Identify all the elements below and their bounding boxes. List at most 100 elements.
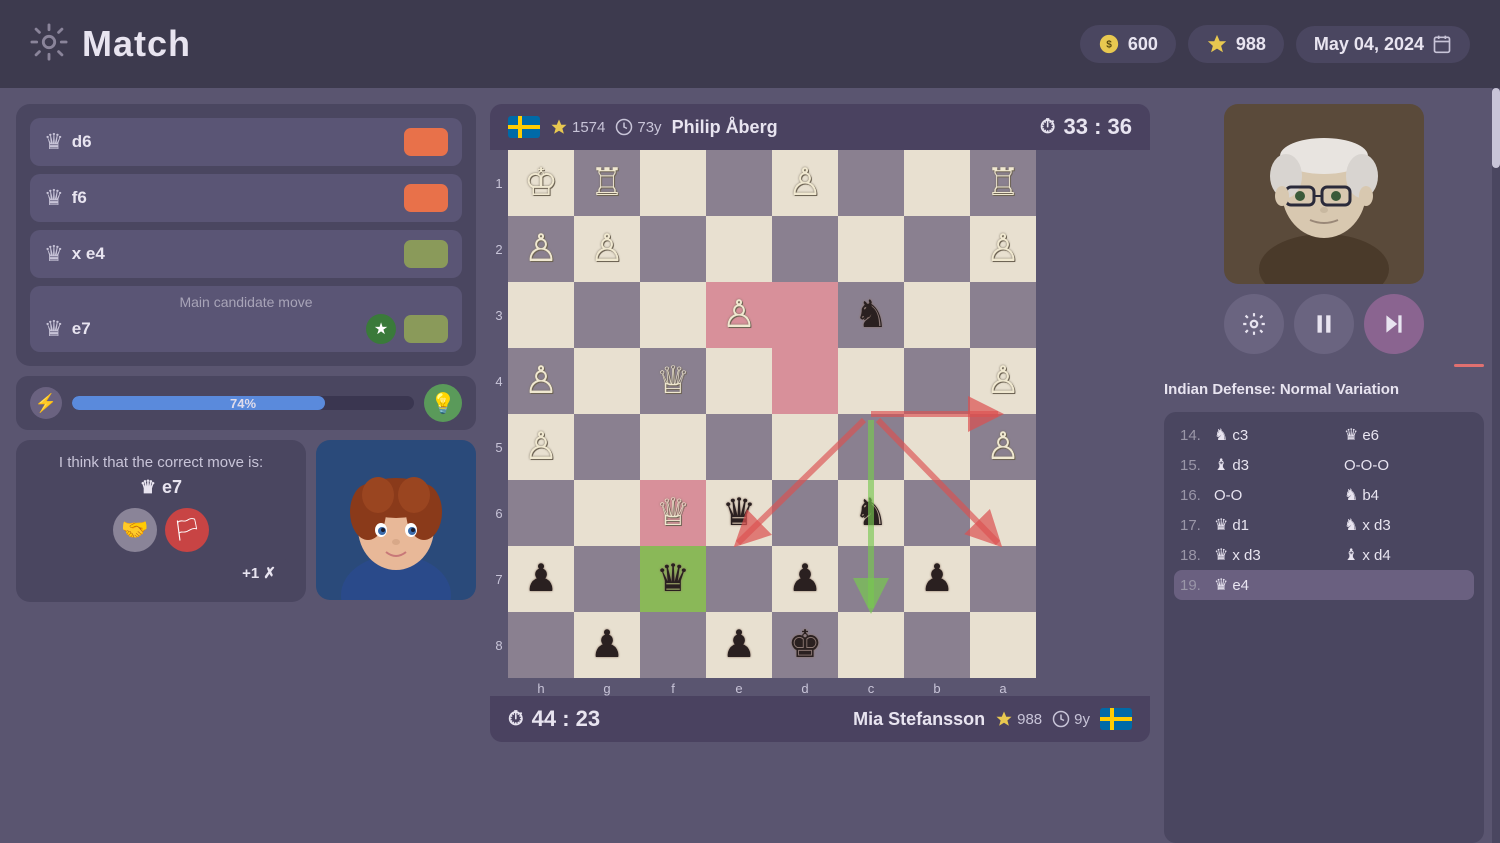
chess-cell[interactable]: ♖: [574, 150, 640, 216]
chess-cell[interactable]: [640, 150, 706, 216]
move-list-row-18[interactable]: 18. ♛ x d3 ♝ x d4: [1174, 540, 1474, 570]
chess-cell[interactable]: [640, 612, 706, 678]
chess-cell[interactable]: ♟: [772, 546, 838, 612]
chess-cell[interactable]: ♔: [508, 150, 574, 216]
chess-cell[interactable]: ♟: [904, 546, 970, 612]
chess-cell[interactable]: [640, 216, 706, 282]
chess-cell[interactable]: ♞: [838, 480, 904, 546]
move-list-row-15[interactable]: 15. ♝ d3 O-O-O: [1174, 450, 1474, 480]
chess-cell[interactable]: [904, 282, 970, 348]
skip-button[interactable]: [1364, 294, 1424, 354]
chess-cell[interactable]: [706, 414, 772, 480]
chess-cell[interactable]: [904, 216, 970, 282]
chess-cell[interactable]: ♙: [970, 414, 1036, 480]
piece-icon-d6: ♛: [44, 129, 64, 155]
chess-cell[interactable]: ♚: [772, 612, 838, 678]
chess-cell[interactable]: [508, 612, 574, 678]
player-top-flag: [508, 116, 540, 138]
extra-bar[interactable]: +1 ✗: [228, 558, 290, 588]
chess-cell[interactable]: ♟: [706, 612, 772, 678]
progress-bar-wrap: 74%: [72, 396, 414, 410]
chess-cell[interactable]: [574, 348, 640, 414]
timer-top-value: 33 : 36: [1064, 114, 1133, 140]
chess-cell[interactable]: [508, 480, 574, 546]
chess-cell[interactable]: [574, 480, 640, 546]
settings-button[interactable]: [1224, 294, 1284, 354]
move-row-d6[interactable]: ♛ d6: [30, 118, 462, 166]
chess-board[interactable]: ♔♖♙♖♙♙♙♙♞♙♕♙♙♙♕♛♞♟♛♟♟♟♟♚: [508, 150, 1036, 678]
gear-icon[interactable]: [30, 23, 68, 66]
player-top-rating: 1574: [572, 119, 605, 136]
flag-button[interactable]: 🏳: [165, 508, 209, 552]
chess-cell[interactable]: ♖: [970, 150, 1036, 216]
move-color-d6: [404, 128, 448, 156]
chess-cell[interactable]: [904, 150, 970, 216]
chess-cell[interactable]: [574, 546, 640, 612]
move-list-row-17[interactable]: 17. ♛ d1 ♞ x d3: [1174, 510, 1474, 540]
chess-cell[interactable]: [772, 282, 838, 348]
chess-cell[interactable]: [970, 546, 1036, 612]
chess-cell[interactable]: [640, 282, 706, 348]
chess-cell[interactable]: [706, 348, 772, 414]
chess-cell[interactable]: [640, 414, 706, 480]
chess-cell[interactable]: [904, 348, 970, 414]
player-top-info: 1574 73y Philip Åberg: [508, 116, 778, 138]
move-list-row-16[interactable]: 16. O-O ♞ b4: [1174, 480, 1474, 510]
chess-cell[interactable]: [706, 546, 772, 612]
chess-cell[interactable]: [838, 150, 904, 216]
chess-cell[interactable]: [508, 282, 574, 348]
chess-cell[interactable]: [838, 348, 904, 414]
chess-cell[interactable]: [904, 414, 970, 480]
player-bottom-rating: 988: [1017, 711, 1042, 728]
chess-cell[interactable]: [838, 546, 904, 612]
chess-cell[interactable]: [574, 282, 640, 348]
chess-cell[interactable]: ♙: [970, 216, 1036, 282]
chess-cell[interactable]: ♛: [706, 480, 772, 546]
chess-cell[interactable]: ♙: [508, 348, 574, 414]
chess-cell[interactable]: ♙: [706, 282, 772, 348]
chess-cell[interactable]: [706, 150, 772, 216]
chess-cell[interactable]: [706, 216, 772, 282]
scrollbar[interactable]: [1492, 88, 1500, 843]
chess-cell[interactable]: ♕: [640, 348, 706, 414]
bulb-icon[interactable]: 💡: [424, 384, 462, 422]
chess-cell[interactable]: [838, 414, 904, 480]
chess-cell[interactable]: ♙: [772, 150, 838, 216]
chess-cell[interactable]: ♙: [508, 414, 574, 480]
player-bottom-name-group: Mia Stefansson 988 9y: [853, 708, 1132, 730]
chess-cell[interactable]: [574, 414, 640, 480]
chess-cell[interactable]: [970, 282, 1036, 348]
player-top-timer: ⏱ 33 : 36: [1040, 114, 1132, 140]
chess-cell[interactable]: ♙: [508, 216, 574, 282]
handshake-button[interactable]: 🤝: [113, 508, 157, 552]
chess-cell[interactable]: [772, 414, 838, 480]
scrollbar-thumb[interactable]: [1492, 88, 1500, 168]
chess-cell[interactable]: ♛: [640, 546, 706, 612]
pause-button[interactable]: [1294, 294, 1354, 354]
chess-cell[interactable]: [772, 480, 838, 546]
piece-icon-f6: ♛: [44, 185, 64, 211]
chess-cell[interactable]: [838, 216, 904, 282]
candidate-coord: e7: [72, 319, 91, 339]
chess-cell[interactable]: ♞: [838, 282, 904, 348]
stars-value: 988: [1236, 34, 1266, 55]
candidate-move-row[interactable]: Main candidate move ♛ e7 ★: [30, 286, 462, 352]
chess-cell[interactable]: ♙: [970, 348, 1036, 414]
currency-value: 600: [1128, 34, 1158, 55]
chess-cell[interactable]: [970, 480, 1036, 546]
chess-cell[interactable]: [838, 612, 904, 678]
chess-cell[interactable]: ♟: [508, 546, 574, 612]
chess-cell[interactable]: [970, 612, 1036, 678]
chess-cell[interactable]: [772, 216, 838, 282]
chess-cell[interactable]: [904, 480, 970, 546]
chess-cell[interactable]: ♕: [640, 480, 706, 546]
move-row-xe4[interactable]: ♛ x e4: [30, 230, 462, 278]
move-list-row-14[interactable]: 14. ♞ c3 ♛ e6: [1174, 420, 1474, 450]
header: Match $ 600 988 May 04, 2024: [0, 0, 1500, 88]
chess-cell[interactable]: [772, 348, 838, 414]
move-row-f6[interactable]: ♛ f6: [30, 174, 462, 222]
chess-cell[interactable]: ♙: [574, 216, 640, 282]
move-list-row-19[interactable]: 19. ♛ e4: [1174, 570, 1474, 600]
chess-cell[interactable]: ♟: [574, 612, 640, 678]
chess-cell[interactable]: [904, 612, 970, 678]
